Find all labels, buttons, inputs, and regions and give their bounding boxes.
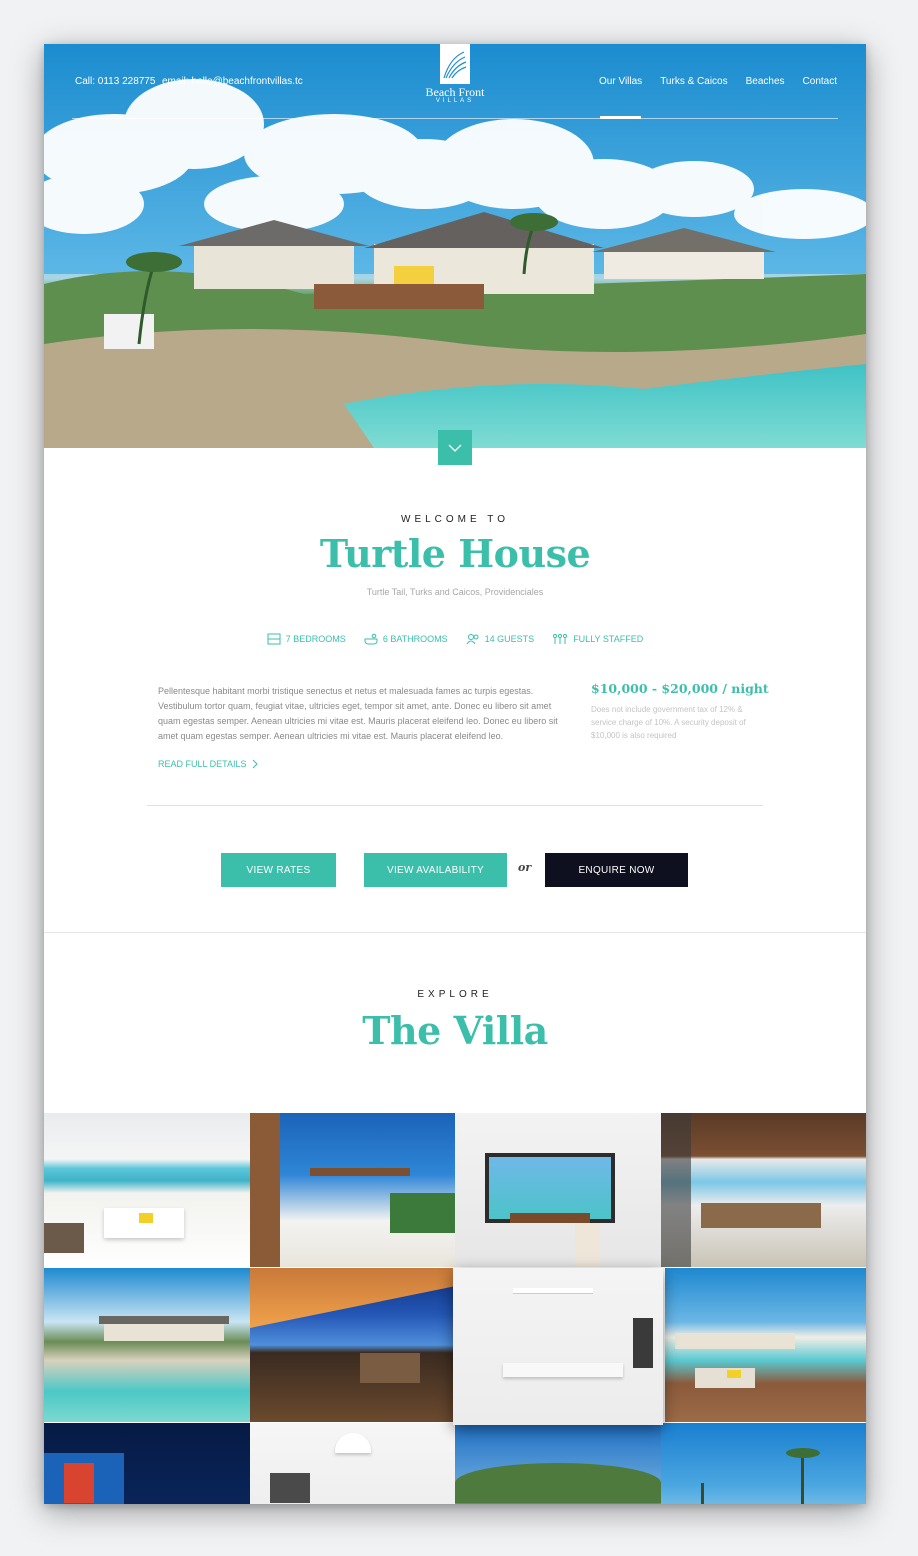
villa-features: 7 BEDROOMS 6 BATHROOMS 14 GUESTS FULLY S… [44,633,866,645]
staff-icon [553,633,568,644]
section-divider [44,932,866,933]
gallery-image-terrace-night[interactable] [250,1268,456,1422]
feature-staffed: FULLY STAFFED [552,633,643,645]
site-logo[interactable]: Beach Front VILLAS [420,44,490,104]
feature-guests: 14 GUESTS [466,633,535,645]
bath-icon [364,633,378,645]
feature-bedrooms-label: 7 BEDROOMS [285,634,346,644]
enquire-now-button[interactable]: ENQUIRE NOW [545,853,688,887]
villa-title: Turtle House [319,531,591,576]
gallery-image-pool-deck[interactable] [665,1268,866,1422]
welcome-eyebrow: WELCOME TO [401,514,509,525]
content-divider [147,805,763,806]
chevron-right-icon [252,759,258,769]
phone-link[interactable]: Call: 0113 228775 [75,76,155,87]
feature-guests-label: 14 GUESTS [484,634,535,644]
nav-turks-caicos[interactable]: Turks & Caicos [660,76,727,87]
feature-bathrooms: 6 BATHROOMS [364,633,448,645]
view-availability-button[interactable]: VIEW AVAILABILITY [364,853,507,887]
feature-bathrooms-label: 6 BATHROOMS [382,634,448,644]
view-rates-button[interactable]: VIEW RATES [221,853,336,887]
nav-beaches[interactable]: Beaches [746,76,785,87]
explore-title: The Villa [362,1008,548,1053]
gallery-image-gardens[interactable] [455,1423,661,1504]
read-full-details-label: READ FULL DETAILS [158,759,247,769]
gallery-image-palms[interactable] [661,1423,866,1504]
or-separator: or [518,861,532,874]
site-header: Call: 0113 228775 email: hello@beachfron… [44,44,866,119]
gallery-image-dining-room[interactable] [661,1113,866,1267]
gallery-image-cinema[interactable] [44,1423,250,1504]
page-frame: Call: 0113 228775 email: hello@beachfron… [44,44,866,1504]
hero-image: Call: 0113 228775 email: hello@beachfron… [44,44,866,448]
gallery-image-villa-beach[interactable] [44,1268,250,1422]
email-link[interactable]: email: hello@beachfrontvillas.tc [162,76,303,87]
explore-eyebrow: EXPLORE [417,989,493,1000]
shell-logo-icon [440,44,470,84]
bed-icon [267,633,281,645]
scroll-down-button[interactable] [438,430,472,465]
villa-location: Turtle Tail, Turks and Caicos, Providenc… [366,587,544,597]
nav-our-villas[interactable]: Our Villas [599,76,642,119]
villa-gallery [44,1113,866,1504]
gallery-image-pergola[interactable] [250,1113,456,1267]
header-divider [72,118,838,119]
nav-contact[interactable]: Contact [803,76,837,87]
price-note: Does not include government tax of 12% &… [591,705,746,740]
gallery-image-hallway[interactable] [250,1423,456,1504]
gallery-image-living-room[interactable] [44,1113,250,1267]
chevron-down-icon [448,444,462,452]
logo-name: Beach Front [425,85,485,99]
feature-staffed-label: FULLY STAFFED [573,634,644,644]
feature-bedrooms: 7 BEDROOMS [267,633,346,645]
guests-icon [466,634,479,645]
read-full-details-link[interactable]: READ FULL DETAILS [158,759,258,769]
villa-description: Pellentesque habitant morbi tristique se… [158,686,558,741]
price-range: $10,000 - $20,000 / night [591,681,769,696]
gallery-image-kitchen[interactable] [453,1268,663,1425]
main-nav: Our Villas Turks & Caicos Beaches Contac… [599,76,837,119]
gallery-image-dining-view[interactable] [455,1113,661,1267]
